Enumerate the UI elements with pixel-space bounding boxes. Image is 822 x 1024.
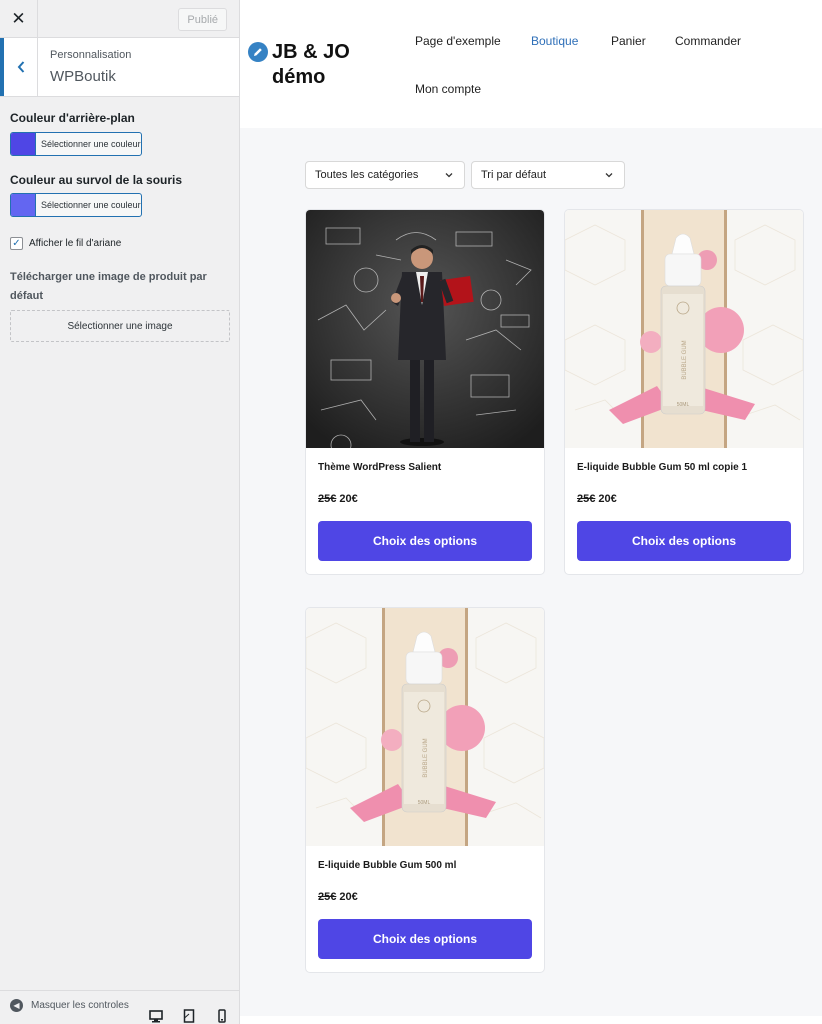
edit-shortcut-pencil-icon[interactable]	[248, 42, 268, 62]
product-card: BUBBLE GUM 50ML E-liquide Bubble Gum 500…	[305, 607, 545, 973]
breadcrumb-label: Afficher le fil d'ariane	[29, 238, 122, 249]
nav-item-panier[interactable]: Panier	[611, 34, 646, 48]
sort-select[interactable]: Tri par défaut	[471, 161, 625, 189]
hover-color-picker[interactable]: Sélectionner une couleur	[10, 193, 142, 217]
old-price: 25€	[318, 493, 337, 505]
site-preview: JB & JO démo Page d'exemple Boutique Pan…	[240, 0, 822, 1024]
back-button[interactable]	[0, 38, 38, 96]
site-header: JB & JO démo Page d'exemple Boutique Pan…	[240, 0, 822, 128]
hover-color-button-text: Sélectionner une couleur	[41, 200, 141, 210]
footer-band	[240, 1016, 822, 1024]
close-customizer-button[interactable]: ✕	[0, 0, 38, 38]
bg-color-swatch	[11, 133, 36, 155]
category-filter-value: Toutes les catégories	[315, 169, 419, 181]
customizer-window: ✕ Publié Personnalisation WPBoutik Coule…	[0, 0, 822, 1024]
hide-controls-label: Masquer les controles	[31, 1000, 129, 1011]
product-price: 25€ 20€	[318, 891, 358, 903]
sidebar-footer: ◀ Masquer les controles	[0, 990, 239, 1024]
sale-price: 20€	[339, 891, 358, 903]
product-image-businessman[interactable]	[306, 210, 544, 448]
bg-color-label: Couleur d'arrière-plan	[10, 111, 135, 125]
nav-item-mon-compte[interactable]: Mon compte	[415, 82, 481, 96]
product-title[interactable]: E-liquide Bubble Gum 500 ml	[318, 860, 456, 871]
bottle: BUBBLE GUM 50ML	[660, 233, 706, 415]
sale-price: 20€	[598, 493, 617, 505]
svg-text:BUBBLE GUM: BUBBLE GUM	[423, 738, 429, 777]
bottle: BUBBLE GUM 50ML	[401, 631, 447, 813]
desktop-icon[interactable]	[149, 1009, 163, 1023]
old-price: 25€	[318, 891, 337, 903]
svg-text:50ML: 50ML	[677, 402, 690, 408]
product-price: 25€ 20€	[577, 493, 617, 505]
mobile-icon[interactable]	[215, 1009, 229, 1023]
sale-price: 20€	[339, 493, 358, 505]
sort-value: Tri par défaut	[481, 169, 547, 181]
product-image-bubble-gum[interactable]: BUBBLE GUM 50ML	[565, 210, 803, 448]
product-title[interactable]: Thème WordPress Salient	[318, 462, 441, 473]
hover-color-label: Couleur au survol de la souris	[10, 173, 183, 187]
customizer-sidebar: ✕ Publié Personnalisation WPBoutik Coule…	[0, 0, 240, 1024]
nav-item-boutique[interactable]: Boutique	[531, 34, 578, 48]
chevron-down-icon	[605, 173, 613, 178]
svg-text:50ML: 50ML	[418, 800, 431, 806]
site-logo-line1[interactable]: JB & JO	[272, 41, 350, 64]
section-header: Personnalisation WPBoutik	[0, 38, 239, 97]
section-subtitle: Personnalisation	[50, 49, 132, 61]
product-card: BUBBLE GUM 50ML E-liquide Bubble Gum 50 …	[564, 209, 804, 575]
nav-item-commander[interactable]: Commander	[675, 34, 741, 48]
chevron-left-icon	[17, 61, 24, 73]
category-filter-select[interactable]: Toutes les catégories	[305, 161, 465, 189]
sidebar-topbar: ✕ Publié	[0, 0, 239, 38]
product-image-bubble-gum[interactable]: BUBBLE GUM 50ML	[306, 608, 544, 846]
breadcrumb-toggle[interactable]: ✓ Afficher le fil d'ariane	[10, 237, 121, 250]
chevron-down-icon	[445, 173, 453, 178]
site-logo-line2[interactable]: démo	[272, 66, 325, 89]
tablet-icon[interactable]	[182, 1009, 196, 1023]
section-title: WPBoutik	[50, 68, 116, 85]
publish-button[interactable]: Publié	[178, 8, 227, 31]
choose-options-button[interactable]: Choix des options	[318, 521, 532, 561]
product-price: 25€ 20€	[318, 493, 358, 505]
product-card: Thème WordPress Salient 25€ 20€ Choix des…	[305, 209, 545, 575]
nav-item-page-exemple[interactable]: Page d'exemple	[415, 34, 501, 48]
breadcrumb-checkbox[interactable]: ✓	[10, 237, 23, 250]
default-image-label: Télécharger une image de produit par déf…	[10, 271, 207, 302]
hide-controls-button[interactable]: ◀ Masquer les controles	[10, 999, 129, 1012]
product-title[interactable]: E-liquide Bubble Gum 50 ml copie 1	[577, 462, 747, 473]
select-image-button[interactable]: Sélectionner une image	[10, 310, 230, 342]
bg-color-picker[interactable]: Sélectionner une couleur	[10, 132, 142, 156]
choose-options-button[interactable]: Choix des options	[577, 521, 791, 561]
choose-options-button[interactable]: Choix des options	[318, 919, 532, 959]
hover-color-swatch	[11, 194, 36, 216]
old-price: 25€	[577, 493, 596, 505]
bg-color-button-text: Sélectionner une couleur	[41, 139, 141, 149]
svg-text:BUBBLE GUM: BUBBLE GUM	[682, 340, 688, 379]
collapse-icon: ◀	[10, 999, 23, 1012]
